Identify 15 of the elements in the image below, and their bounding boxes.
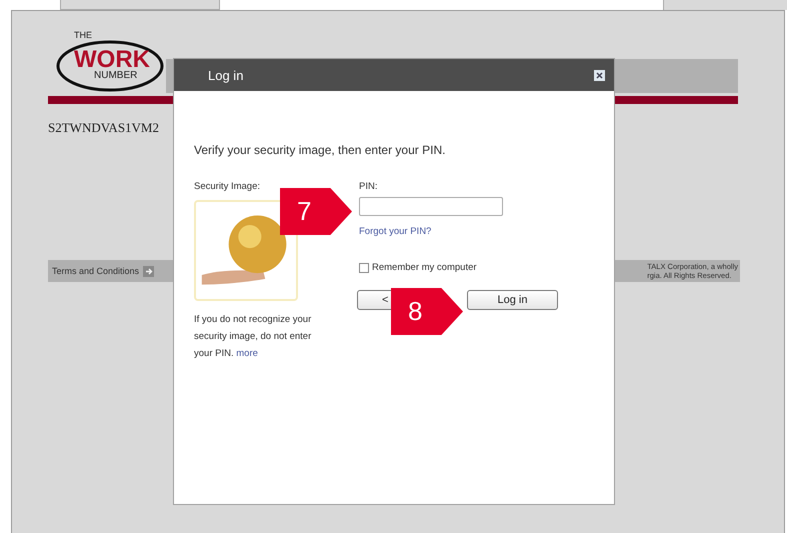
dialog-title: Log in (208, 68, 244, 82)
close-icon[interactable] (594, 70, 605, 80)
forgot-pin-link[interactable]: Forgot your PIN? (359, 226, 558, 237)
instruction-text: Verify your security image, then enter your PIN. (194, 143, 446, 157)
remember-checkbox[interactable] (359, 262, 369, 272)
more-link[interactable]: more (236, 348, 258, 359)
login-button[interactable]: Log in (467, 290, 558, 310)
terms-link[interactable]: Terms and Conditions (48, 266, 154, 276)
security-note: If you do not recognize your security image, do not enter your PIN. more (194, 313, 312, 361)
security-image-label: Security Image: (194, 181, 261, 192)
remember-label: Remember my computer (372, 262, 477, 273)
pin-field[interactable] (359, 197, 503, 216)
arrow-icon (143, 266, 154, 276)
server-id: S2TWNDVAS1VM2 (48, 120, 160, 136)
pin-label: PIN: (359, 181, 378, 192)
